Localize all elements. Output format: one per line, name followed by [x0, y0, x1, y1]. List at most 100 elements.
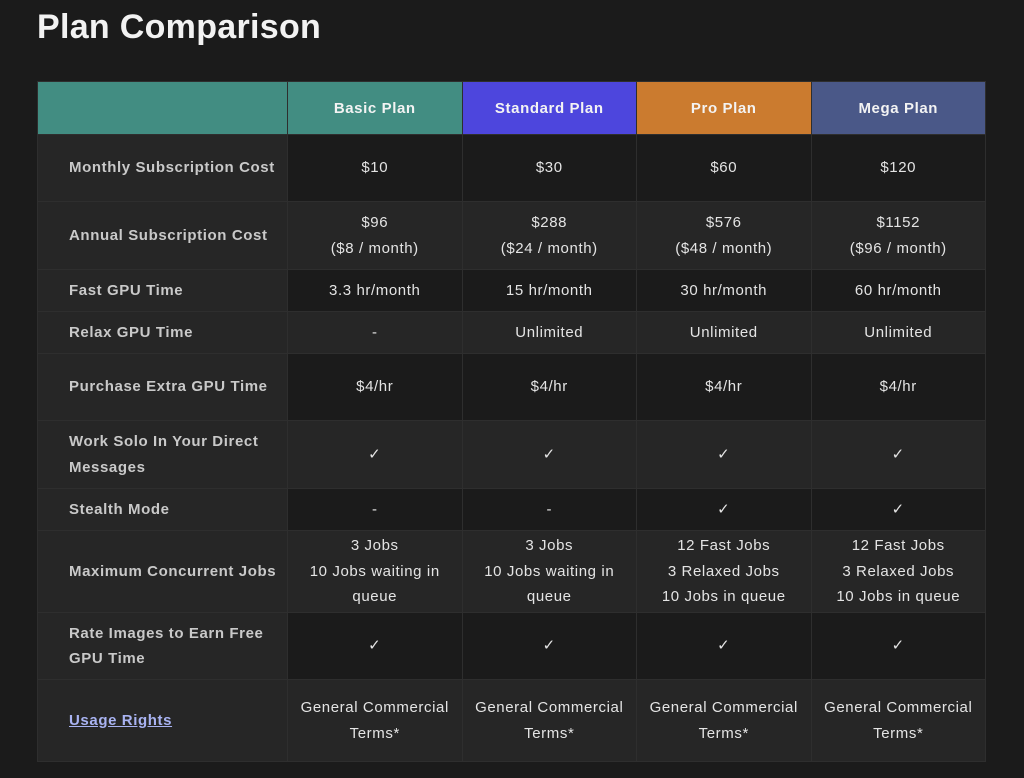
- cell-value: General Commercial Terms*: [824, 699, 973, 742]
- row-label-text: Work Solo In Your Direct Messages: [69, 433, 259, 476]
- checkmark-icon: ✓: [891, 500, 905, 518]
- cell-value: $60: [710, 159, 738, 177]
- cell-standard-plan: 3 Jobs 10 Jobs waiting in queue: [461, 530, 637, 613]
- cell-value: ($8 / month): [330, 239, 419, 257]
- header-row: Basic Plan Standard Plan Pro Plan Mega P…: [37, 81, 986, 135]
- cell-basic-plan: $96 ($8 / month): [287, 201, 463, 270]
- row-label: Stealth Mode: [37, 488, 288, 531]
- cell-value: $576: [705, 214, 742, 231]
- row-label: Relax GPU Time: [37, 311, 288, 354]
- page-title: Plan Comparison: [37, 8, 322, 46]
- cell-value: ($24 / month): [500, 239, 598, 257]
- row-label-text: Rate Images to Earn Free GPU Time: [69, 624, 264, 668]
- cell-basic-plan: $10: [287, 134, 463, 202]
- cell-basic-plan: ✓: [287, 420, 463, 489]
- table-row-relax-gpu-time: Relax GPU Time - Unlimited Unlimited Unlimit…: [37, 311, 986, 354]
- cell-mega-plan: General Commercial Terms*: [810, 679, 986, 762]
- checkmark-icon: ✓: [891, 637, 905, 655]
- cell-mega-plan: $4/hr: [810, 353, 986, 421]
- cell-mega-plan: ✓: [810, 420, 986, 489]
- cell-standard-plan: $30: [461, 134, 637, 202]
- cell-basic-plan: $4/hr: [287, 353, 463, 421]
- row-label[interactable]: Usage Rights: [37, 679, 288, 762]
- table-row-stealth-mode: Stealth Mode - - ✓ ✓: [37, 488, 986, 531]
- cell-value: $4/hr: [705, 378, 743, 396]
- cell-value: $30: [535, 159, 563, 177]
- row-label: Annual Subscription Cost: [37, 201, 288, 270]
- cell-value: $1152: [876, 214, 921, 231]
- cell-value: ($48 / month): [675, 239, 773, 257]
- checkmark-icon: ✓: [891, 445, 905, 463]
- row-label: Monthly Subscription Cost: [37, 134, 288, 202]
- cell-basic-plan: -: [287, 311, 463, 354]
- cell-basic-plan: ✓: [287, 612, 463, 680]
- cell-value: 12 Fast Jobs: [677, 537, 771, 555]
- row-label: Purchase Extra GPU Time: [37, 353, 288, 421]
- usage-rights-link[interactable]: Usage Rights: [69, 712, 172, 729]
- cell-pro-plan: $576 ($48 / month): [636, 201, 812, 270]
- not-available-dash: -: [371, 500, 378, 518]
- cell-value: $288: [531, 214, 568, 231]
- cell-pro-plan: $60: [636, 134, 812, 202]
- header-pro-plan: Pro Plan: [636, 81, 812, 135]
- cell-basic-plan: General Commercial Terms*: [287, 679, 463, 762]
- table-row-rate-images-to-earn-free-gpu-time: Rate Images to Earn Free GPU Time ✓ ✓ ✓ ✓: [37, 612, 986, 680]
- row-label: Rate Images to Earn Free GPU Time: [37, 612, 288, 680]
- row-label-text: Fast GPU Time: [69, 281, 184, 299]
- row-label-text: Annual Subscription Cost: [69, 226, 268, 244]
- cell-value: 30 hr/month: [680, 281, 768, 299]
- table-row-annual-subscription-cost: Annual Subscription Cost $96 ($8 / month) $…: [37, 201, 986, 270]
- cell-value: ($96 / month): [849, 239, 947, 257]
- checkmark-icon: ✓: [368, 637, 382, 655]
- header-standard-plan: Standard Plan: [461, 81, 637, 135]
- cell-mega-plan: ✓: [810, 612, 986, 680]
- cell-value: 15 hr/month: [505, 281, 593, 299]
- cell-value: $4/hr: [356, 378, 394, 396]
- header-basic-plan: Basic Plan: [287, 81, 463, 135]
- cell-pro-plan: ✓: [636, 420, 812, 489]
- checkmark-icon: ✓: [717, 500, 731, 518]
- not-available-dash: -: [371, 323, 378, 341]
- cell-pro-plan: ✓: [636, 488, 812, 531]
- cell-standard-plan: ✓: [461, 612, 637, 680]
- cell-value: 3 Jobs: [525, 537, 574, 555]
- cell-value: 12 Fast Jobs: [851, 537, 945, 555]
- checkmark-icon: ✓: [717, 637, 731, 655]
- row-label-text: Relax GPU Time: [69, 323, 194, 341]
- cell-value: 10 Jobs waiting in queue: [309, 562, 440, 606]
- row-label: Fast GPU Time: [37, 269, 288, 312]
- cell-standard-plan: 15 hr/month: [461, 269, 637, 312]
- cell-pro-plan: ✓: [636, 612, 812, 680]
- cell-value: 10 Jobs in queue: [836, 588, 961, 606]
- row-label-text: Maximum Concurrent Jobs: [69, 562, 277, 580]
- cell-value: $4/hr: [530, 378, 568, 396]
- row-label: Work Solo In Your Direct Messages: [37, 420, 288, 489]
- table-row-fast-gpu-time: Fast GPU Time 3.3 hr/month 15 hr/month 30 h…: [37, 269, 986, 312]
- cell-value: 3.3 hr/month: [329, 281, 421, 299]
- cell-value: 3 Jobs: [350, 537, 399, 555]
- header-mega-plan: Mega Plan: [810, 81, 986, 135]
- cell-value: $4/hr: [879, 378, 917, 396]
- cell-value: $120: [880, 159, 917, 177]
- cell-value: 60 hr/month: [854, 281, 942, 299]
- table-row-work-solo-in-your-direct-messages: Work Solo In Your Direct Messages ✓ ✓ ✓ ✓: [37, 420, 986, 489]
- cell-standard-plan: General Commercial Terms*: [461, 679, 637, 762]
- cell-standard-plan: $288 ($24 / month): [461, 201, 637, 270]
- cell-value: 3 Relaxed Jobs: [842, 562, 955, 580]
- cell-mega-plan: 12 Fast Jobs 3 Relaxed Jobs 10 Jobs in que…: [810, 530, 986, 613]
- checkmark-icon: ✓: [542, 637, 556, 655]
- cell-basic-plan: -: [287, 488, 463, 531]
- header-feature-column: [37, 81, 288, 135]
- table-row-usage-rights: Usage Rights General Commercial Terms* Gen…: [37, 679, 986, 762]
- cell-pro-plan: 30 hr/month: [636, 269, 812, 312]
- cell-value: $10: [361, 159, 389, 177]
- cell-value: General Commercial Terms*: [300, 699, 449, 742]
- cell-mega-plan: ✓: [810, 488, 986, 531]
- table-row-monthly-subscription-cost: Monthly Subscription Cost $10 $30 $60 $120: [37, 134, 986, 202]
- cell-value: Unlimited: [864, 323, 933, 341]
- checkmark-icon: ✓: [368, 445, 382, 463]
- table-body: Monthly Subscription Cost $10 $30 $60 $120 An…: [37, 134, 986, 762]
- cell-standard-plan: $4/hr: [461, 353, 637, 421]
- row-label-text: Stealth Mode: [69, 500, 170, 518]
- cell-mega-plan: $1152 ($96 / month): [810, 201, 986, 270]
